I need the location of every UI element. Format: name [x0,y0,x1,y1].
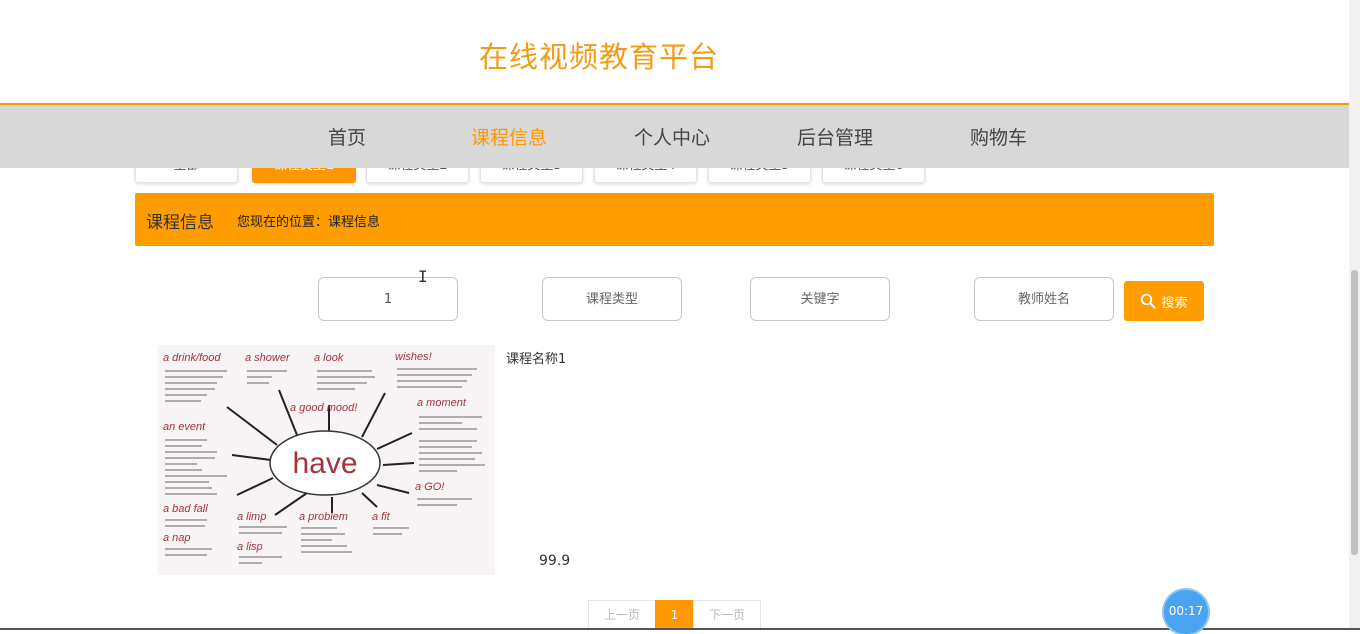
text-cursor-icon: I [418,267,428,286]
prev-page-button[interactable]: 上一页 [588,600,656,630]
header: 在线视频教育平台 [0,0,1349,103]
next-page-button[interactable]: 下一页 [693,600,761,630]
course-price: 99.9 [539,553,571,569]
course-info-bar: 课程信息 您现在的位置：课程信息 [135,193,1214,246]
svg-text:a drink/food: a drink/food [163,352,221,364]
svg-text:a fit: a fit [372,511,391,523]
course-type-field[interactable] [542,277,682,321]
section-title: 课程信息 [146,213,214,233]
site-title: 在线视频教育平台 [479,40,720,74]
breadcrumb: 您现在的位置：课程信息 [237,215,381,230]
recording-timer: 00:17 [1164,590,1208,634]
course-name[interactable]: 课程名称1 [506,348,566,367]
teacher-name-field[interactable] [974,277,1114,321]
search-button[interactable]: 搜索 [1124,281,1204,321]
svg-text:a GO!: a GO! [415,481,444,493]
svg-text:a good mood!: a good mood! [290,402,357,414]
svg-text:a limp: a limp [237,511,266,523]
have-mindmap-image: have a drink/food a shower a look wishes… [157,345,495,575]
svg-text:an event: an event [163,421,206,433]
svg-text:a shower: a shower [245,352,291,364]
svg-text:a lisp: a lisp [237,541,263,553]
page-scrollbar[interactable] [1349,0,1360,630]
scrollbar-thumb[interactable] [1351,270,1358,555]
nav-item-admin[interactable]: 后台管理 [797,123,873,150]
course-thumbnail[interactable]: have a drink/food a shower a look wishes… [157,345,495,575]
mindmap-center-word: have [292,447,357,480]
keyword-field[interactable] [750,277,890,321]
svg-text:wishes!: wishes! [395,351,432,363]
page-1-button[interactable]: 1 [655,600,694,630]
nav-item-courses[interactable]: 课程信息 [471,123,547,150]
search-button-label: 搜索 [1161,295,1188,311]
nav-item-home[interactable]: 首页 [328,123,366,150]
svg-text:a bad fall: a bad fall [163,503,208,515]
course-name-field[interactable] [318,277,458,321]
nav-item-cart[interactable]: 购物车 [970,123,1027,150]
svg-text:a nap: a nap [163,532,191,544]
svg-text:a look: a look [314,352,344,364]
nav-item-personal-center[interactable]: 个人中心 [634,123,710,150]
svg-text:a problem: a problem [299,511,348,523]
svg-text:a moment: a moment [417,397,467,409]
main-nav: 首页 课程信息 个人中心 后台管理 购物车 [0,103,1349,168]
search-icon [1141,293,1156,309]
